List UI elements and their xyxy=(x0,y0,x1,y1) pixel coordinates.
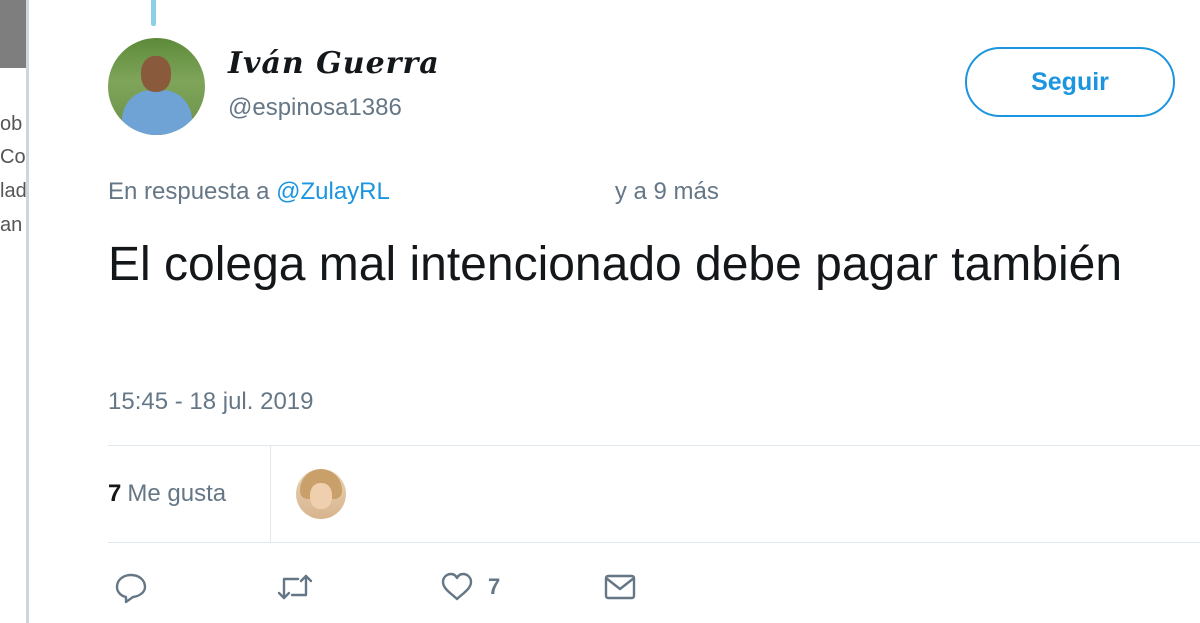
like-button[interactable]: 7 xyxy=(440,572,500,602)
likes-stat[interactable]: 7 Me gusta xyxy=(108,480,226,508)
envelope-icon xyxy=(603,572,637,602)
reply-icon xyxy=(114,572,148,604)
background-text-fragment: ob xyxy=(0,113,23,135)
retweet-button[interactable] xyxy=(276,572,314,602)
retweet-icon xyxy=(276,572,314,602)
tweet-text: El colega mal intencionado debe pagar ta… xyxy=(108,238,1123,291)
tweet-timestamp[interactable]: 15:45 - 18 jul. 2019 xyxy=(108,388,314,416)
reply-prefix: En respuesta a xyxy=(108,178,277,205)
divider xyxy=(270,446,271,542)
reply-others-link[interactable]: y a 9 más xyxy=(615,178,719,205)
reply-mention-link[interactable]: @ZulayRL xyxy=(276,178,390,205)
direct-message-button[interactable] xyxy=(603,572,637,602)
background-card: ob Co lad an xyxy=(0,68,28,623)
author-handle[interactable]: @espinosa1386 xyxy=(228,94,402,122)
reply-context: En respuesta a @ZulayRL y a 9 más xyxy=(108,178,719,206)
likes-stat-label: Me gusta xyxy=(127,480,227,507)
modal-edge xyxy=(26,0,29,623)
likes-stat-count: 7 xyxy=(108,480,122,507)
author-avatar[interactable] xyxy=(108,38,205,135)
background-text-fragment: Co xyxy=(0,146,26,168)
author-name[interactable]: Iván Guerra xyxy=(228,46,440,81)
heart-icon xyxy=(440,572,474,602)
liker-avatar[interactable] xyxy=(296,469,346,519)
divider xyxy=(108,445,1200,446)
redacted-area xyxy=(389,179,615,199)
background-text-fragment: an xyxy=(0,214,23,236)
reply-button[interactable] xyxy=(114,572,148,604)
follow-button[interactable]: Seguir xyxy=(965,47,1175,117)
thread-connector-line xyxy=(151,0,156,26)
divider xyxy=(108,542,1200,543)
background-text-fragment: lad xyxy=(0,180,27,202)
like-count: 7 xyxy=(488,574,501,599)
